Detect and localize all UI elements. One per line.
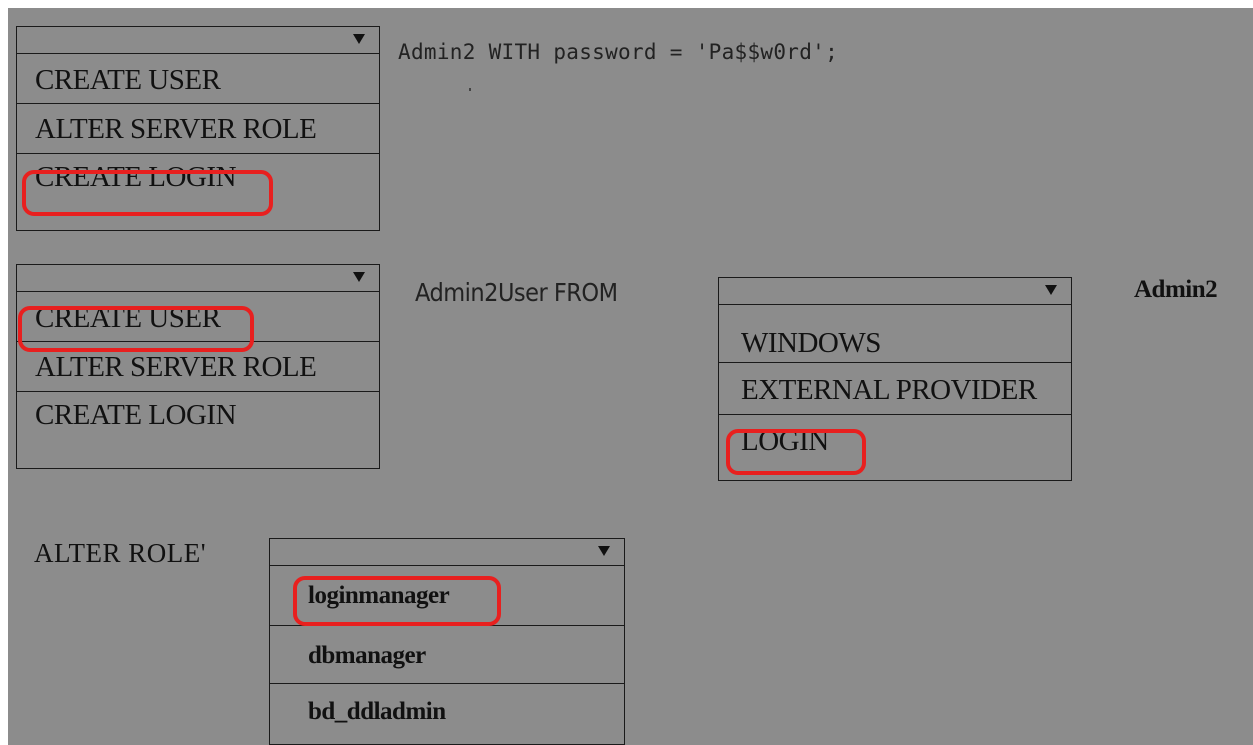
statement2-source-answer-highlight: [726, 429, 866, 475]
stray-mark: [469, 88, 471, 91]
statement3-answer-highlight: [293, 576, 501, 626]
statement1-code: Admin2 WITH password = 'Pa$$w0rd';: [398, 40, 839, 64]
role-option-dbmanager[interactable]: dbmanager: [270, 626, 624, 684]
triangle-down-icon[interactable]: [353, 34, 365, 44]
statement3-role-dropdown[interactable]: loginmanager dbmanager bd_ddladmin: [269, 538, 625, 745]
statement1-dropdown-header[interactable]: [17, 27, 379, 54]
source-option-external-provider[interactable]: EXTERNAL PROVIDER: [719, 363, 1071, 415]
triangle-down-icon[interactable]: [1045, 285, 1057, 295]
triangle-down-icon[interactable]: [353, 272, 365, 282]
statement1-option-alter-server-role[interactable]: ALTER SERVER ROLE: [17, 104, 379, 154]
statement2-code: Admin2User FROM: [415, 278, 618, 307]
statement3-label: ALTER ROLE': [34, 538, 207, 568]
statement2-dropdown[interactable]: CREATE USER ALTER SERVER ROLE CREATE LOG…: [16, 264, 380, 469]
statement2-login-name: Admin2: [1134, 276, 1218, 303]
statement2-option-create-login[interactable]: CREATE LOGIN: [17, 392, 379, 468]
role-option-bd-ddladmin[interactable]: bd_ddladmin: [270, 684, 624, 744]
statement1-option-create-user[interactable]: CREATE USER: [17, 54, 379, 104]
question-canvas: CREATE USER ALTER SERVER ROLE CREATE LOG…: [8, 8, 1253, 745]
triangle-down-icon[interactable]: [598, 546, 610, 556]
statement1-answer-highlight: [22, 170, 273, 216]
statement2-source-dropdown-header[interactable]: [719, 278, 1071, 305]
statement2-dropdown-header[interactable]: [17, 265, 379, 292]
statement3-role-dropdown-header[interactable]: [270, 539, 624, 566]
statement2-answer-highlight: [18, 306, 254, 352]
source-option-windows[interactable]: WINDOWS: [719, 305, 1071, 363]
